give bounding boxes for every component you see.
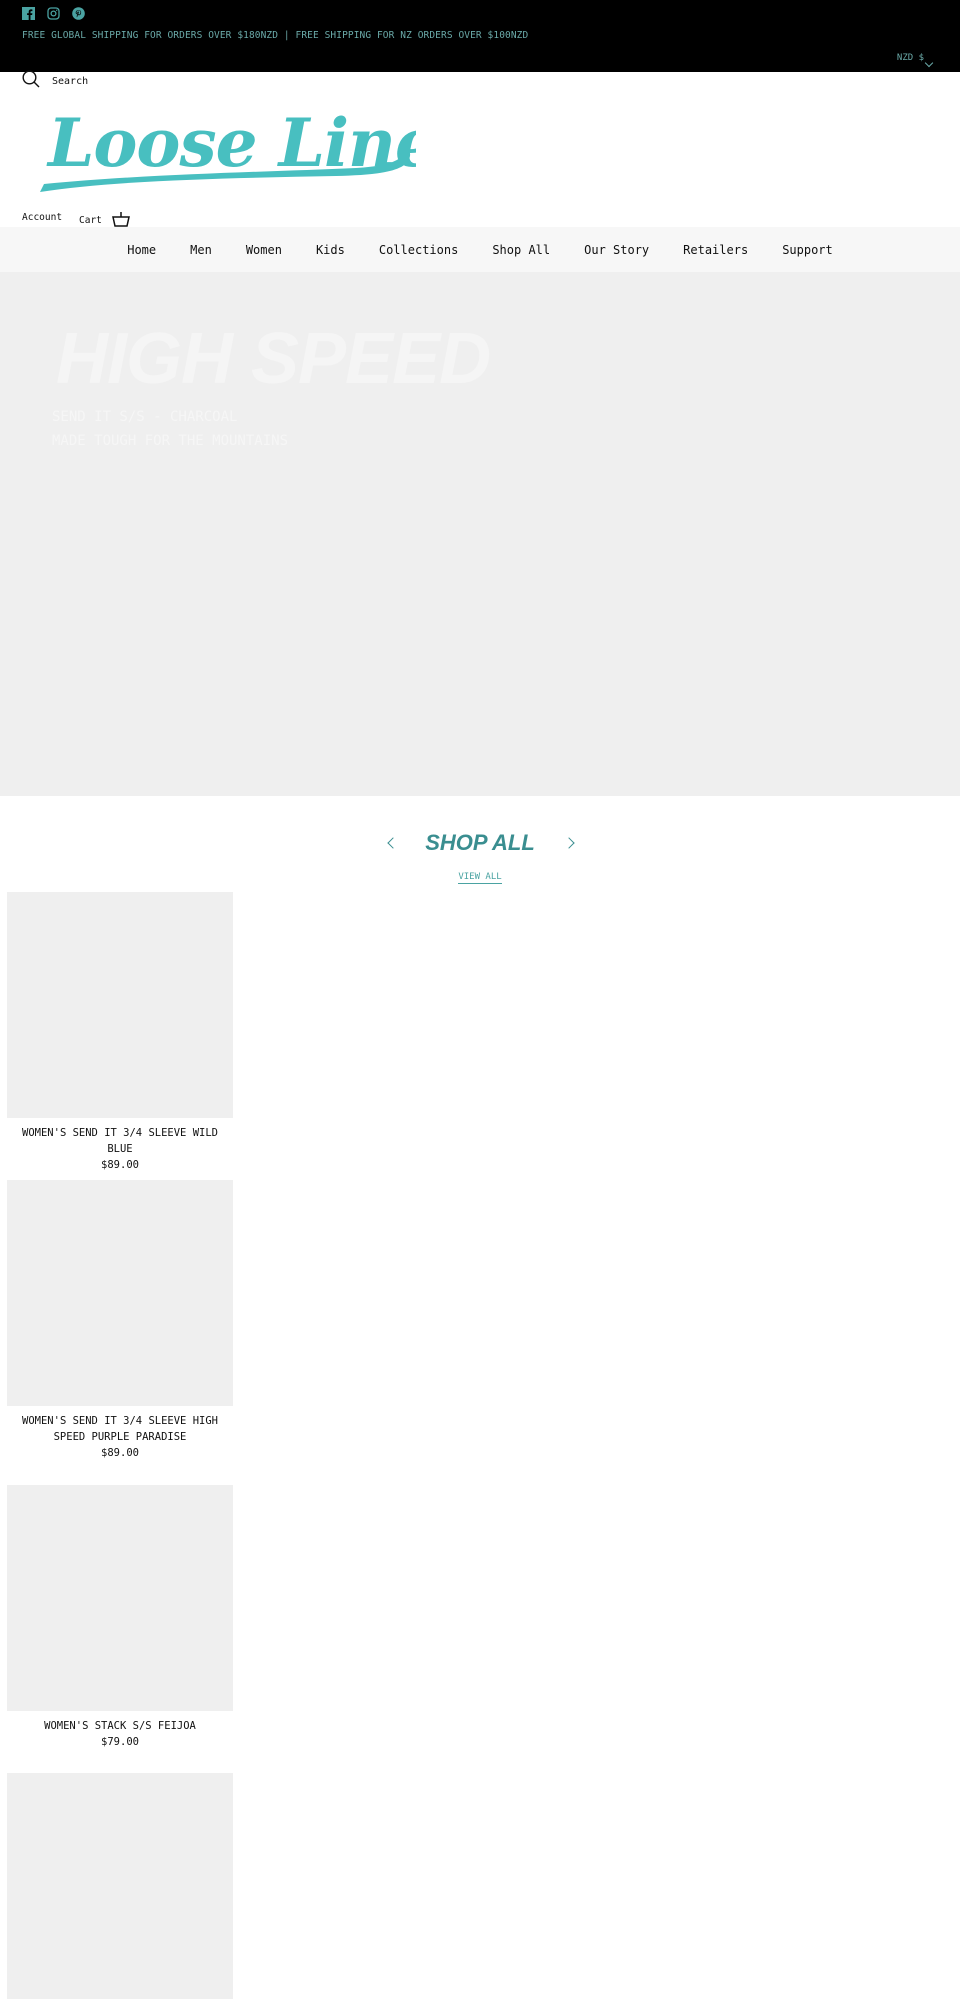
hero-tagline: MADE TOUGH FOR THE MOUNTAINS <box>52 433 289 449</box>
pinterest-icon[interactable] <box>72 5 85 20</box>
product-image[interactable] <box>7 1773 233 1999</box>
hero-banner[interactable]: HIGH SPEED SEND IT S/S - CHARCOAL MADE T… <box>0 272 960 796</box>
product-price: $89.00 <box>101 1159 139 1171</box>
hero-title: HIGH SPEED <box>56 319 491 399</box>
product-image[interactable] <box>7 1485 233 1711</box>
announcement-bar: FREE GLOBAL SHIPPING FOR ORDERS OVER $18… <box>0 0 960 72</box>
nav-men[interactable]: Men <box>173 243 229 257</box>
product-card[interactable]: WOMEN'S SEND IT 3/4 SLEEVE HIGH SPEED PU… <box>7 1180 233 1461</box>
nav-collections[interactable]: Collections <box>362 243 475 257</box>
cart-label: Cart <box>79 215 102 226</box>
product-name[interactable]: WOMEN'S SEND IT 3/4 SLEEVE WILD BLUE <box>7 1125 233 1157</box>
shop-all-header: SHOP ALL VIEW ALL <box>0 826 960 884</box>
product-name[interactable]: WOMEN'S STACK S/S FEIJOA <box>7 1718 233 1734</box>
product-price: $79.00 <box>101 1736 139 1748</box>
facebook-icon[interactable] <box>22 5 35 20</box>
nav-kids[interactable]: Kids <box>299 243 362 257</box>
nav-retailers[interactable]: Retailers <box>666 243 765 257</box>
search-button[interactable]: Search <box>22 70 89 92</box>
product-image[interactable] <box>7 1180 233 1406</box>
nav-our-story[interactable]: Our Story <box>567 243 666 257</box>
chevron-down-icon[interactable] <box>924 58 934 68</box>
product-name[interactable]: WOMEN'S SEND IT 3/4 SLEEVE HIGH SPEED PU… <box>7 1413 233 1445</box>
instagram-icon[interactable] <box>47 5 60 20</box>
nav-women[interactable]: Women <box>229 243 299 257</box>
product-image[interactable] <box>7 892 233 1118</box>
hero-subtitle: SEND IT S/S - CHARCOAL <box>52 409 238 425</box>
nav-home[interactable]: Home <box>110 243 173 257</box>
social-links <box>22 5 85 20</box>
product-card[interactable] <box>7 1773 233 1999</box>
section-title: SHOP ALL <box>425 830 535 855</box>
search-label: Search <box>52 75 89 87</box>
product-card[interactable]: WOMEN'S SEND IT 3/4 SLEEVE WILD BLUE $89… <box>7 892 233 1173</box>
product-price: $89.00 <box>101 1447 139 1459</box>
currency-selector[interactable]: NZD $ <box>897 53 924 63</box>
nav-shop-all[interactable]: Shop All <box>475 243 567 257</box>
search-icon <box>22 70 40 92</box>
main-nav: Home Men Women Kids Collections Shop All… <box>0 227 960 272</box>
brand-logo[interactable]: Loose Line <box>36 100 437 200</box>
product-card[interactable]: WOMEN'S STACK S/S FEIJOA $79.00 <box>7 1485 233 1750</box>
svg-text:Loose Line: Loose Line <box>46 104 416 182</box>
account-link[interactable]: Account <box>22 212 62 223</box>
shipping-message: FREE GLOBAL SHIPPING FOR ORDERS OVER $18… <box>22 30 529 41</box>
nav-support[interactable]: Support <box>765 243 850 257</box>
view-all-link[interactable]: VIEW ALL <box>458 872 502 884</box>
